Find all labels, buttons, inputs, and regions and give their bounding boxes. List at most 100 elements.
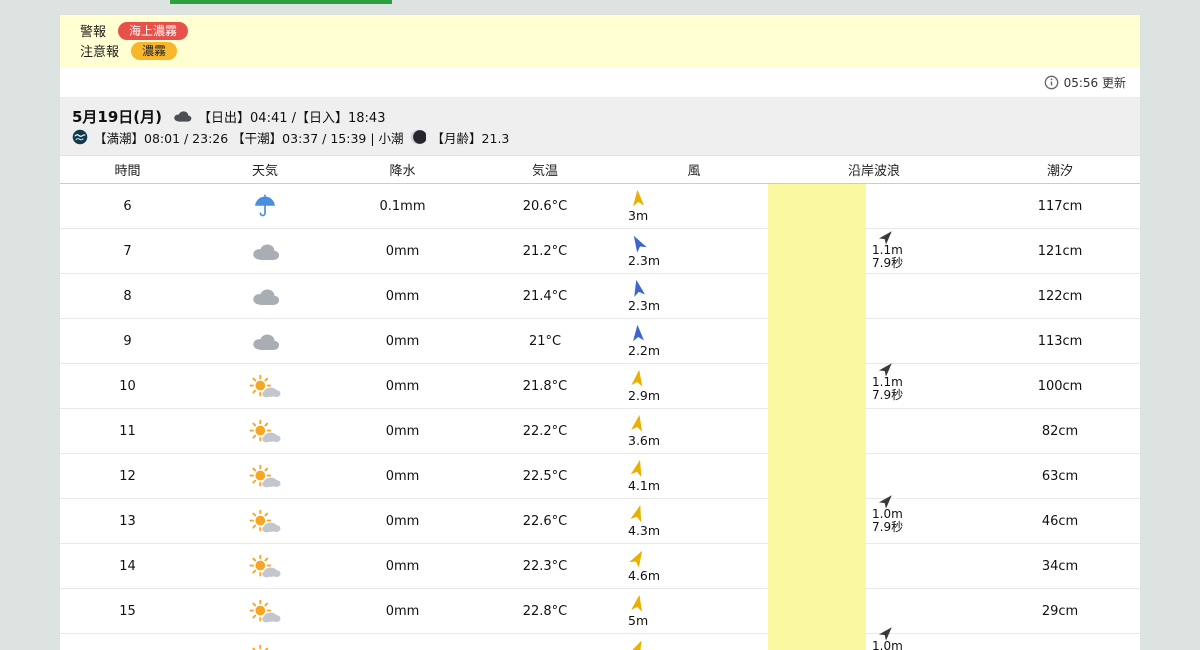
wind-cell: 2.3m	[620, 274, 768, 318]
date-header: 5月19日(月) 【日出】04:41 /【日入】18:43 【満潮】08:01 …	[60, 98, 1140, 156]
weather-cell	[195, 544, 335, 588]
wave-direction-arrow-icon	[881, 229, 893, 244]
wind-cell: 5.4m	[620, 634, 768, 650]
wind-arrow-icon	[631, 504, 645, 522]
tide-cell: 34cm	[980, 634, 1140, 650]
table-header: 時間 天気 降水 気温 風 沿岸波浪 潮汐	[60, 156, 1140, 184]
wind-speed: 3.6m	[628, 433, 660, 448]
moon-age-text: 【月齢】21.3	[432, 128, 510, 147]
temp-cell: 21.2°C	[470, 229, 620, 273]
wave-group: 1.0m7.9秒	[872, 625, 903, 650]
table-row: 12 0mm 22.5°C 4.1m 63cm	[60, 454, 1140, 499]
advisory-label: 注意報	[80, 41, 119, 60]
precip-cell: 0mm	[335, 229, 470, 273]
temp-cell: 21.8°C	[470, 364, 620, 408]
info-icon	[1044, 75, 1059, 90]
time-cell: 14	[60, 544, 195, 588]
alert-banner: 警報 海上濃霧 注意報 濃霧	[60, 15, 1140, 67]
table-row: 11 0mm 22.2°C 3.6m 82cm	[60, 409, 1140, 454]
tide-cell: 82cm	[980, 409, 1140, 453]
table-row: 15 0mm 22.8°C 5m 29cm	[60, 589, 1140, 634]
temp-cell: 21.4°C	[470, 274, 620, 318]
time-cell: 6	[60, 184, 195, 228]
wind-cell: 3m	[620, 184, 768, 228]
wind-arrow-icon	[631, 234, 645, 252]
tide-cell: 46cm	[980, 499, 1140, 543]
table-row: 9 0mm 21°C 2.2m 113cm	[60, 319, 1140, 364]
wind-speed: 4.1m	[628, 478, 660, 493]
col-header-tide: 潮汐	[980, 160, 1140, 179]
tide-times-text: 【満潮】08:01 / 23:26 【干潮】03:37 / 15:39 | 小潮	[94, 128, 404, 147]
tide-cell: 29cm	[980, 589, 1140, 633]
weather-cell	[195, 634, 335, 650]
time-cell: 16	[60, 634, 195, 650]
warning-row: 警報 海上濃霧	[80, 21, 1120, 40]
tide-cell: 122cm	[980, 274, 1140, 318]
forecast-card: 警報 海上濃霧 注意報 濃霧 05:56 更新 5月19日(月) 【日出】04:…	[60, 15, 1140, 650]
sun-cloud-icon	[249, 554, 281, 579]
precip-cell: 0mm	[335, 319, 470, 363]
cloud-dark-icon	[172, 109, 192, 123]
cloud-icon	[250, 331, 280, 352]
update-time: 05:56 更新	[1064, 74, 1126, 91]
weather-cell	[195, 454, 335, 498]
col-header-weather: 天気	[195, 160, 335, 179]
sun-cloud-icon	[249, 599, 281, 624]
table-row: 16 0mm 22.3°C 5.4m 34cm	[60, 634, 1140, 650]
tide-cell: 100cm	[980, 364, 1140, 408]
advisory-badge[interactable]: 濃霧	[131, 42, 177, 60]
wind-arrow-icon	[631, 594, 645, 612]
time-cell: 9	[60, 319, 195, 363]
wave-group: 1.1m7.9秒	[872, 229, 903, 270]
date-line: 5月19日(月) 【日出】04:41 /【日入】18:43	[72, 105, 1128, 127]
wave-group: 1.1m7.9秒	[872, 361, 903, 402]
wind-speed: 2.3m	[628, 253, 660, 268]
wind-speed: 2.3m	[628, 298, 660, 313]
wave-direction-arrow-icon	[881, 493, 893, 508]
table-row: 7 0mm 21.2°C 2.3m 121cm	[60, 229, 1140, 274]
wind-speed: 3m	[628, 208, 648, 223]
precip-cell: 0mm	[335, 589, 470, 633]
warning-badge[interactable]: 海上濃霧	[118, 22, 188, 40]
date-title: 5月19日(月)	[72, 106, 162, 127]
wind-arrow-icon	[631, 189, 645, 207]
table-row: 6 0.1mm 20.6°C 3m 117cm	[60, 184, 1140, 229]
temp-cell: 21°C	[470, 319, 620, 363]
time-cell: 11	[60, 409, 195, 453]
precip-cell: 0mm	[335, 274, 470, 318]
wave-direction-arrow-icon	[881, 361, 893, 376]
temp-cell: 22.5°C	[470, 454, 620, 498]
wind-cell: 5m	[620, 589, 768, 633]
wind-arrow-icon	[631, 639, 645, 650]
wind-speed: 2.9m	[628, 388, 660, 403]
wind-cell: 2.9m	[620, 364, 768, 408]
wind-arrow-icon	[631, 414, 645, 432]
precip-cell: 0mm	[335, 499, 470, 543]
weather-cell	[195, 184, 335, 228]
wind-cell: 3.6m	[620, 409, 768, 453]
col-header-time: 時間	[60, 160, 195, 179]
precip-cell: 0mm	[335, 544, 470, 588]
cloud-icon	[250, 241, 280, 262]
temp-cell: 22.8°C	[470, 589, 620, 633]
temp-cell: 22.3°C	[470, 544, 620, 588]
warning-label: 警報	[80, 21, 106, 40]
table-row: 13 0mm 22.6°C 4.3m 46cm	[60, 499, 1140, 544]
weather-cell	[195, 319, 335, 363]
top-nav-accent-bar	[170, 0, 392, 4]
col-header-wind: 風	[620, 160, 768, 179]
cloud-icon	[250, 286, 280, 307]
table-row: 10 0mm 21.8°C 2.9m 100cm	[60, 364, 1140, 409]
weather-cell	[195, 409, 335, 453]
wind-arrow-icon	[631, 279, 645, 297]
wind-cell: 2.2m	[620, 319, 768, 363]
temp-cell: 20.6°C	[470, 184, 620, 228]
precip-cell: 0mm	[335, 364, 470, 408]
precip-cell: 0mm	[335, 634, 470, 650]
table-body: 6 0.1mm 20.6°C 3m 117cm 7 0mm 21.2°C 2.3…	[60, 184, 1140, 650]
wind-cell: 4.6m	[620, 544, 768, 588]
weather-cell	[195, 274, 335, 318]
tide-cell: 34cm	[980, 544, 1140, 588]
time-cell: 8	[60, 274, 195, 318]
wind-arrow-icon	[631, 369, 645, 387]
